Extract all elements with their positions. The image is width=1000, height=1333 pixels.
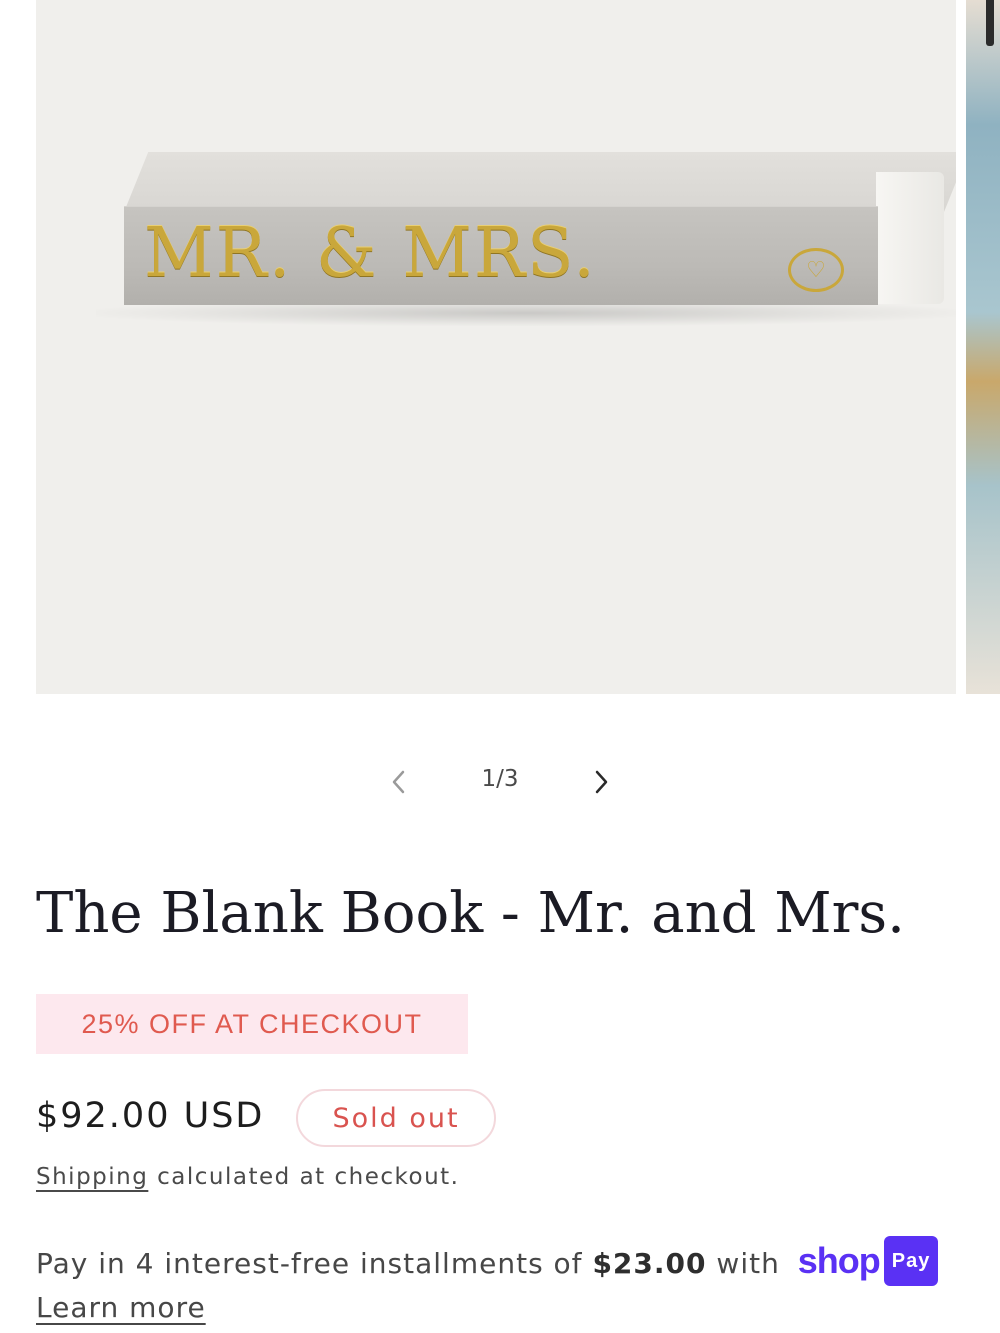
heart-glyph: ♡ (806, 257, 826, 283)
shipping-link[interactable]: Shipping (36, 1164, 148, 1190)
shop-logo: shop (797, 1240, 881, 1281)
installment-amount: $23.00 (592, 1247, 707, 1280)
product-price: $92.00 USD (36, 1096, 265, 1136)
book-cover-top (124, 152, 956, 212)
previous-slide-button[interactable] (376, 756, 420, 808)
chevron-left-icon (392, 770, 405, 794)
installments-text-before: Pay in 4 interest-free installments of (36, 1247, 593, 1280)
product-title: The Blank Book - Mr. and Mrs. (36, 881, 905, 946)
next-slide-button[interactable] (580, 756, 624, 808)
promo-banner: 25% OFF AT CHECKOUT (36, 994, 468, 1054)
shipping-info: Shipping calculated at checkout. (36, 1164, 460, 1190)
installments-text-after: with (706, 1247, 790, 1280)
shipping-text: calculated at checkout. (148, 1164, 460, 1190)
product-image-slide[interactable]: MR. & MRS. ♡ (36, 0, 956, 694)
learn-more-link[interactable]: Learn more (36, 1286, 206, 1330)
book-spine-title: MR. & MRS. (144, 214, 597, 293)
slider-controls: 1/3 (0, 756, 1000, 808)
book-pages (876, 172, 944, 304)
chevron-right-icon (595, 770, 608, 794)
product-gallery[interactable]: MR. & MRS. ♡ (0, 0, 1000, 694)
slide-counter: 1/3 (481, 766, 519, 792)
shop-pay-badge: Pay (883, 1236, 939, 1286)
heart-logo-icon: ♡ (788, 248, 844, 292)
shop-pay-installments: Pay in 4 interest-free installments of $… (36, 1236, 976, 1330)
peek-frame (986, 0, 994, 46)
sold-out-badge: Sold out (296, 1089, 496, 1147)
next-image-peek[interactable] (966, 0, 1000, 694)
